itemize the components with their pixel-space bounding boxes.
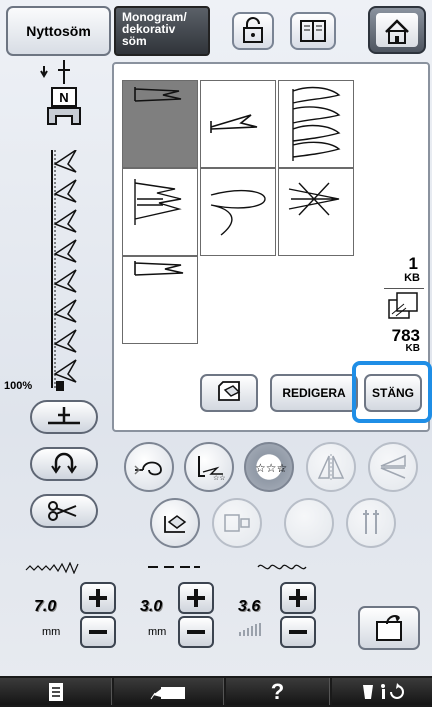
manual-button[interactable] <box>290 12 336 50</box>
tension-minus-button[interactable] <box>280 616 316 648</box>
memory-free-unit: KB <box>405 343 420 354</box>
stitch-length-unit: mm <box>148 626 167 638</box>
pattern-cell-1[interactable] <box>122 80 198 168</box>
memory-pocket-button[interactable] <box>358 606 420 650</box>
memory-recall-button[interactable] <box>150 498 200 548</box>
presser-foot-n-icon: N <box>47 87 81 125</box>
settings-button[interactable] <box>332 678 432 705</box>
book-icon <box>300 20 326 42</box>
length-dash-icon <box>148 566 200 568</box>
blank-function-button[interactable] <box>284 498 334 548</box>
tension-loop-icon <box>257 564 307 570</box>
memory-divider <box>384 288 424 289</box>
length-plus-button[interactable] <box>178 582 214 614</box>
mirror-vertical-button[interactable] <box>306 442 356 492</box>
width-minus-button[interactable] <box>80 616 116 648</box>
memory-used-unit: KB <box>404 272 420 284</box>
star-density-icon: ☆☆☆☆ <box>255 461 287 475</box>
minus-icon <box>187 630 205 634</box>
pattern-repeat-button[interactable] <box>212 498 262 548</box>
mirror-vertical-icon <box>317 454 345 480</box>
minus-icon <box>289 630 307 634</box>
list-button[interactable] <box>0 678 112 705</box>
width-zigzag-icon <box>25 562 79 574</box>
thread-cutter-button[interactable] <box>30 494 98 528</box>
settings-info-icon <box>363 682 404 699</box>
help-button[interactable]: ? <box>226 678 330 705</box>
pattern-cell-6[interactable] <box>278 168 354 256</box>
needle-down-icon <box>48 407 80 425</box>
camera-button[interactable] <box>114 678 224 705</box>
stitch-pattern-icon <box>210 189 266 236</box>
presser-foot-up-icon <box>51 452 77 474</box>
start-point-button[interactable] <box>124 442 174 492</box>
stitch-pattern-icon <box>210 114 258 133</box>
elongation-button[interactable]: ☆☆ <box>184 442 234 492</box>
thread-tension-value: 3.6 <box>238 598 261 615</box>
mirror-horizontal-button[interactable] <box>368 442 418 492</box>
edit-button[interactable]: REDIGERA <box>270 374 358 412</box>
length-minus-button[interactable] <box>178 616 214 648</box>
pattern-cell-4[interactable] <box>122 168 198 256</box>
stitch-length-value: 3.0 <box>140 598 163 615</box>
stitch-pattern-icon <box>288 182 340 216</box>
needle-position-icon <box>40 60 70 84</box>
memory-pattern-icon <box>388 292 418 319</box>
pattern-cell-5[interactable] <box>200 168 276 256</box>
lock-button[interactable] <box>232 12 274 50</box>
svg-text:N: N <box>59 90 68 105</box>
width-plus-button[interactable] <box>80 582 116 614</box>
question-icon: ? <box>270 678 285 704</box>
plus-icon <box>289 589 307 607</box>
loop-stitch-icon <box>134 461 162 476</box>
elongate-icon: ☆☆ <box>198 456 226 482</box>
eraser-icon <box>164 515 187 533</box>
tab-monogram-label-3: söm <box>122 34 147 48</box>
stitch-pattern-icon <box>134 179 182 225</box>
density-button[interactable]: ☆☆☆ ☆ <box>244 442 294 492</box>
mirror-horizontal-icon <box>380 454 406 479</box>
size-icon <box>224 514 250 532</box>
svg-text:☆: ☆ <box>277 465 285 475</box>
pattern-cell-7[interactable] <box>122 256 198 344</box>
home-icon <box>385 19 409 44</box>
twin-needle-icon <box>363 510 379 534</box>
tab-utility-stitch[interactable]: Nyttosöm <box>6 6 111 56</box>
svg-text:☆☆: ☆☆ <box>213 474 226 482</box>
bottom-toolbar: ? <box>0 676 432 707</box>
needle-stop-position-button[interactable] <box>30 400 98 434</box>
plus-icon <box>89 589 107 607</box>
zoom-scroll-icon <box>56 381 64 391</box>
pocket-memory-icon <box>218 381 241 401</box>
plus-icon <box>187 589 205 607</box>
twin-needle-button[interactable] <box>346 498 396 548</box>
stitch-pattern-icon <box>134 261 184 276</box>
minus-icon <box>89 630 107 634</box>
stitch-pattern-icon <box>292 86 341 161</box>
pocket-save-icon <box>376 615 402 641</box>
stitch-pattern-icon <box>134 87 182 102</box>
close-button[interactable]: STÄNG <box>364 374 422 412</box>
stitch-width-value: 7.0 <box>34 598 57 615</box>
memory-save-button[interactable] <box>200 374 258 412</box>
tab-utility-label: Nyttosöm <box>26 23 91 39</box>
presser-foot-lift-button[interactable] <box>30 447 98 481</box>
scissors-icon <box>48 501 77 521</box>
lock-icon <box>243 17 263 43</box>
pattern-cell-3[interactable] <box>278 80 354 168</box>
sewing-machine-screen: Nyttosöm Monogram/ dekorativ söm N 100% … <box>0 0 432 707</box>
tension-bars-icon <box>239 623 261 636</box>
tension-plus-button[interactable] <box>280 582 316 614</box>
tab-monogram-decorative[interactable]: Monogram/ dekorativ söm <box>114 6 210 56</box>
zoom-label: 100% <box>4 380 33 392</box>
camera-projector-icon <box>150 686 185 699</box>
memory-used-value: 1 <box>408 254 418 273</box>
pattern-cell-2[interactable] <box>200 80 276 168</box>
home-button[interactable] <box>368 6 426 54</box>
stitch-width-unit: mm <box>42 626 61 638</box>
stitch-preview <box>36 149 92 388</box>
document-icon <box>48 682 63 701</box>
